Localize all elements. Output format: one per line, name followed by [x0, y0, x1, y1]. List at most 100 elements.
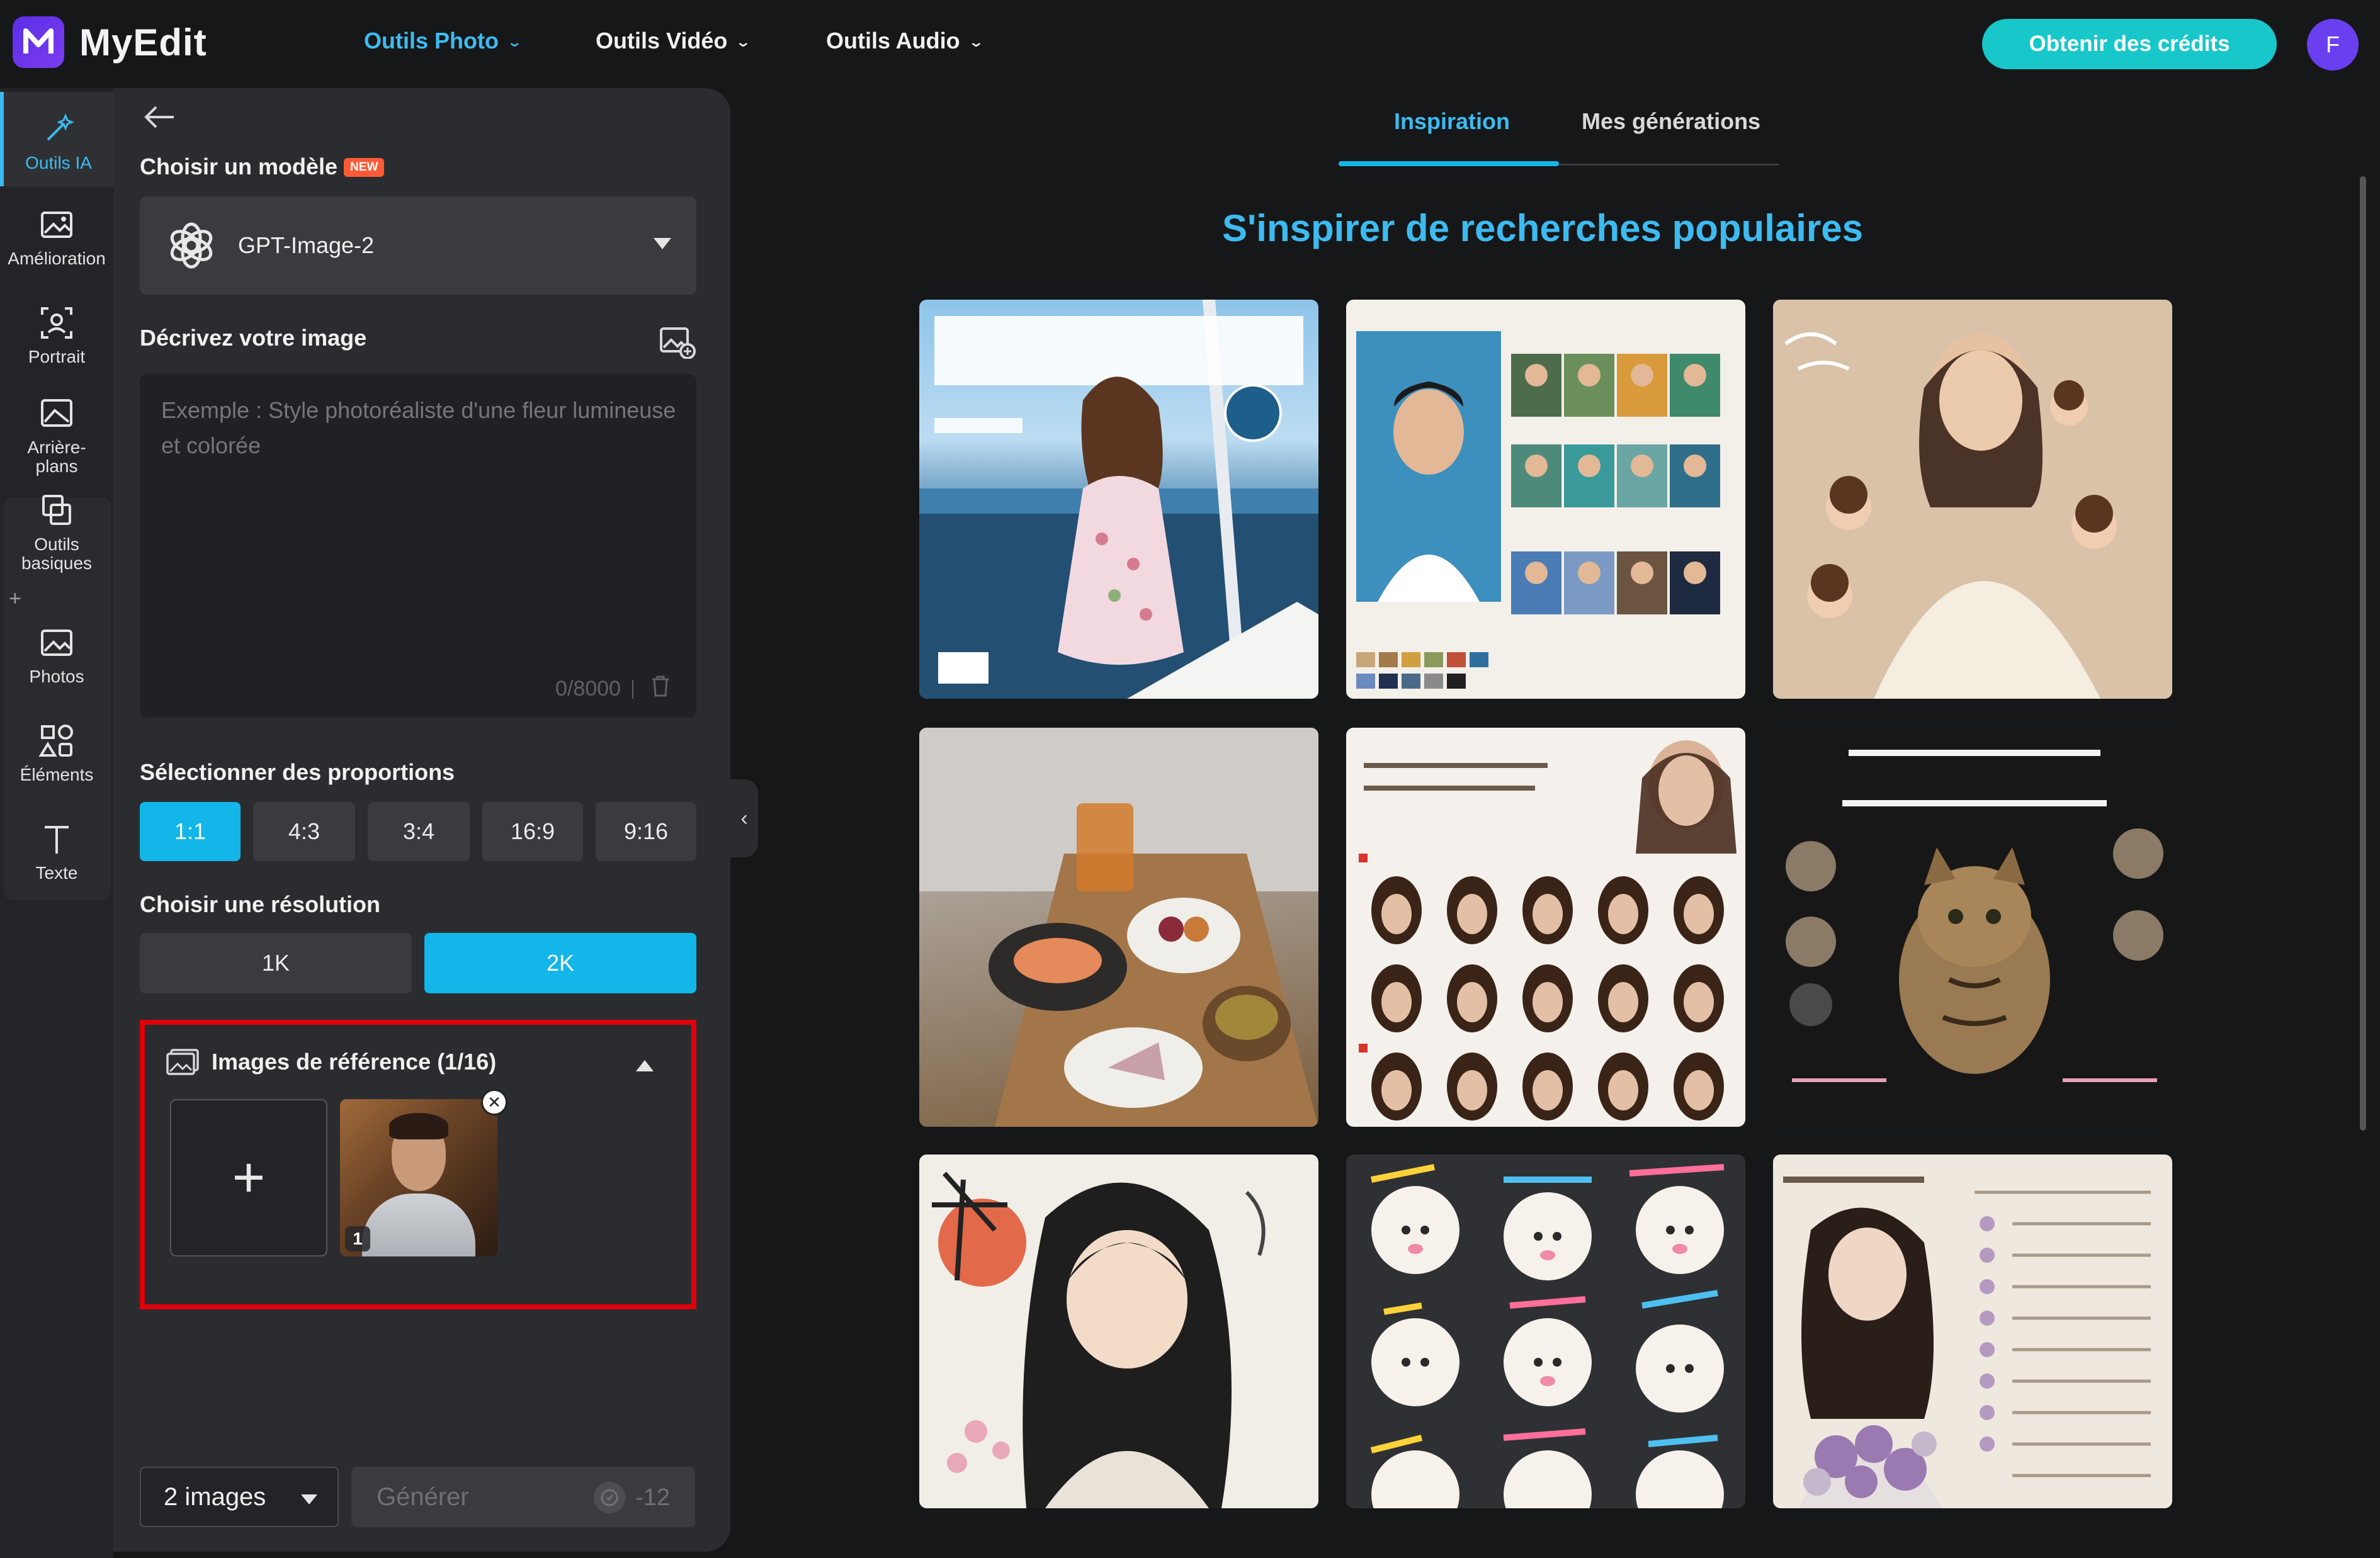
model-section-title: Choisir un modèle NEW [140, 154, 385, 180]
shapes-icon [38, 725, 73, 757]
caret-up-icon[interactable] [636, 1060, 654, 1071]
chevron-down-icon: ⌄ [967, 34, 984, 50]
resolution-title: Choisir une résolution [140, 891, 381, 917]
magic-wand-icon [47, 113, 74, 141]
inspiration-card[interactable] [919, 300, 1318, 699]
tab-inspiration[interactable]: Inspiration [1394, 108, 1510, 135]
photo-icon [41, 629, 72, 656]
ratio-4-3-button[interactable]: 4:3 [253, 802, 355, 861]
generate-button[interactable]: Générer -12 [351, 1467, 695, 1527]
caret-down-icon [301, 1494, 317, 1504]
chevron-down-icon: ⌄ [506, 34, 523, 50]
images-icon [166, 1049, 199, 1075]
top-bar: MyEdit Outils Photo ⌄ Outils Vidéo ⌄ Out… [0, 0, 2380, 88]
inspiration-card[interactable] [1346, 300, 1745, 699]
myedit-logo-icon [13, 16, 64, 68]
char-count: 0/8000 [555, 677, 621, 701]
rail-item-enhancement[interactable]: Amélioration [0, 205, 113, 268]
active-tab-indicator [1339, 161, 1559, 166]
resolution-2k-button[interactable]: 2K [424, 933, 696, 993]
rail-item-basic-tools[interactable]: Outils basiques [0, 491, 113, 573]
reference-images-section: Images de référence (1/16) + 1 ✕ [140, 1020, 696, 1309]
hairstyle-analysis-image [1359, 740, 1737, 1121]
add-reference-button[interactable]: + [170, 1099, 327, 1256]
rail-label: Texte [35, 863, 78, 883]
nav-photo-tools[interactable]: Outils Photo ⌄ [364, 28, 523, 54]
text-icon [45, 826, 69, 854]
image-enhance-icon [41, 212, 72, 238]
dog-stickers-image [1370, 1164, 1725, 1508]
rail-label: Amélioration [8, 249, 106, 268]
image-count-value: 2 images [164, 1482, 266, 1511]
avatar[interactable]: F [2307, 19, 2359, 71]
brand-logo[interactable]: MyEdit [13, 16, 207, 68]
remove-reference-close-icon[interactable]: ✕ [481, 1089, 507, 1115]
who-am-i-image [1783, 1177, 2151, 1508]
ratio-title: Sélectionner des proportions [140, 759, 455, 785]
nav-video-tools[interactable]: Outils Vidéo ⌄ [596, 28, 752, 54]
rail-label: Photos [29, 667, 84, 686]
rail-label: Outils basiques [21, 534, 93, 573]
breakfast-table-image [919, 728, 1318, 1127]
generate-label: Générer [377, 1482, 469, 1511]
inspiration-card[interactable] [1346, 1154, 1745, 1508]
reference-title: Images de référence (1/16) [212, 1049, 497, 1075]
credit-cost: -12 [635, 1484, 670, 1511]
rail-item-photos[interactable]: Photos [0, 623, 113, 686]
caret-down-icon [654, 238, 671, 249]
crop-icon [42, 495, 71, 525]
rail-label: Outils IA [25, 153, 92, 172]
chevron-down-icon: ⌄ [735, 34, 752, 50]
ratio-1-1-button[interactable]: 1:1 [140, 802, 241, 861]
prompt-box: 0/8000 [140, 374, 696, 718]
new-badge: NEW [344, 158, 385, 177]
rail-item-portrait[interactable]: Portrait [0, 303, 113, 366]
model-dropdown[interactable]: GPT-Image-2 [140, 196, 696, 295]
rail-label: Portrait [28, 347, 86, 366]
add-image-icon[interactable] [659, 326, 696, 362]
collapse-panel-chevron-left-icon[interactable]: ‹ [730, 779, 758, 857]
background-icon [41, 399, 72, 427]
brand-name: MyEdit [79, 21, 207, 64]
portrait-icon [41, 307, 72, 339]
nav-video-label: Outils Vidéo [596, 28, 728, 54]
inspiration-card[interactable] [1773, 300, 2172, 699]
inspiration-card[interactable] [1346, 728, 1745, 1127]
little-joys-image [1773, 300, 2172, 699]
ratio-16-9-button[interactable]: 16:9 [482, 802, 583, 861]
generate-cost: -12 [594, 1482, 670, 1513]
inspiration-heading: S'inspirer de recherches populaires [1221, 207, 1863, 249]
color-analysis-image [1356, 331, 1720, 689]
inspiration-card[interactable] [919, 1154, 1318, 1508]
ink-portrait-image [932, 1171, 1266, 1508]
nav-audio-tools[interactable]: Outils Audio ⌄ [826, 28, 984, 54]
reference-thumbnail[interactable]: 1 [340, 1099, 497, 1256]
rail-item-backgrounds[interactable]: Arrière-plans [0, 394, 113, 476]
back-arrow-icon[interactable] [144, 104, 176, 133]
inspiration-card[interactable] [1773, 1154, 2172, 1508]
travel-magazine-image [919, 300, 1318, 699]
rail-item-elements[interactable]: Éléments [0, 721, 113, 784]
openai-icon [170, 222, 213, 269]
plus-icon[interactable]: + [9, 587, 21, 611]
thumbnail-hair [389, 1113, 448, 1139]
model-value: GPT-Image-2 [238, 232, 375, 258]
inspiration-card[interactable] [919, 728, 1318, 1127]
tab-my-generations[interactable]: Mes générations [1582, 108, 1760, 135]
resolution-1k-button[interactable]: 1K [140, 933, 412, 993]
ratio-9-16-button[interactable]: 9:16 [596, 802, 696, 861]
trash-icon[interactable] [650, 674, 671, 701]
get-credits-button[interactable]: Obtenir des crédits [1982, 19, 2277, 69]
rail-label: Arrière-plans [27, 437, 86, 476]
image-count-dropdown[interactable]: 2 images [140, 1467, 339, 1527]
rail-item-text[interactable]: Texte [0, 820, 113, 883]
scrollbar[interactable] [2360, 176, 2366, 1131]
reference-header[interactable]: Images de référence (1/16) [165, 1047, 496, 1076]
rail-item-ai-tools[interactable]: Outils IA [0, 92, 113, 186]
model-title: Choisir un modèle [140, 154, 338, 179]
credit-coin-icon [594, 1482, 626, 1513]
prompt-input[interactable] [161, 393, 677, 657]
inspiration-card[interactable]: . [1773, 728, 2172, 1127]
ratio-3-4-button[interactable]: 3:4 [368, 802, 470, 861]
divider [632, 680, 633, 699]
